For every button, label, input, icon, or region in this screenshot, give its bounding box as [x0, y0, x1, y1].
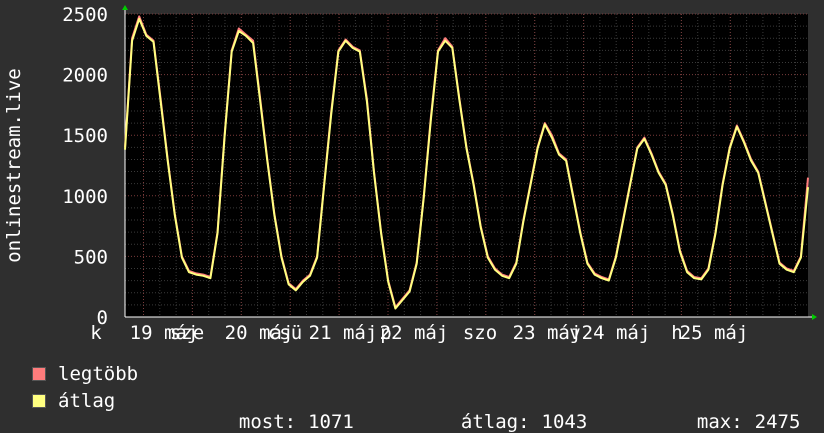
- stat-current: most: 1071: [216, 389, 354, 433]
- x-tick-label: 24 máj: [582, 322, 651, 344]
- y-axis-title: onlinestream.live: [3, 68, 25, 262]
- x-tick-label: 21 máj: [309, 322, 378, 344]
- y-tick-label: 1500: [62, 125, 108, 147]
- x-tick-label: sze: [170, 322, 204, 344]
- y-tick-label: 1000: [62, 186, 108, 208]
- legend-item-max: legtöbb: [32, 362, 138, 386]
- x-tick-label: k: [90, 322, 102, 344]
- legend-label-avg: átlag: [58, 390, 116, 412]
- x-tick-label: csü: [268, 322, 302, 344]
- stat-average: átlag: 1043: [438, 389, 587, 433]
- y-tick-label: 500: [74, 246, 108, 268]
- legend-swatch-avg: [32, 394, 46, 408]
- y-tick-label: 2000: [62, 65, 108, 87]
- y-axis-arrow-icon: [122, 5, 128, 10]
- stat-maximum: max: 2475: [674, 389, 801, 433]
- x-tick-label: 25 máj: [680, 322, 749, 344]
- y-tick-label: 2500: [62, 4, 108, 26]
- legend-item-avg: átlag: [32, 389, 115, 413]
- x-axis-arrow-icon: [812, 314, 817, 320]
- legend-label-max: legtöbb: [58, 363, 139, 385]
- x-tick-label: szo: [463, 322, 497, 344]
- x-tick-label: 22 máj: [380, 322, 449, 344]
- legend-swatch-max: [32, 367, 46, 381]
- x-tick-label: v: [569, 322, 580, 344]
